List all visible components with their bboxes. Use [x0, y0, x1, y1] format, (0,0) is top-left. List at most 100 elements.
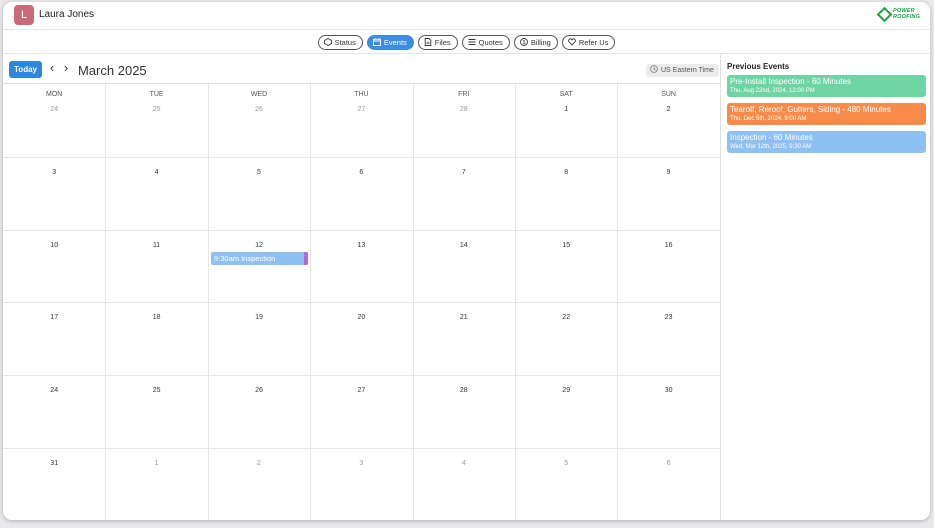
day-cell-number[interactable]: 27	[310, 387, 412, 394]
day-cell-number[interactable]: 27	[310, 106, 412, 113]
header-bar: L Laura Jones POWER ROOFING	[3, 2, 930, 30]
day-cell-number[interactable]: 26	[208, 106, 310, 113]
day-cell-number[interactable]: 3	[310, 460, 412, 467]
tab-refer-us-label: Refer Us	[578, 38, 609, 47]
logo-text-line2: ROOFING	[893, 14, 921, 20]
day-cell-number[interactable]: 17	[3, 314, 105, 321]
day-cell-number[interactable]: 9	[617, 169, 719, 176]
day-cell-number[interactable]: 25	[105, 106, 207, 113]
previous-event-date: Thu, Dec 5th, 2024, 9:00 AM	[730, 116, 807, 122]
day-cell-number[interactable]: 3	[3, 169, 105, 176]
tab-bar: Status Events Files Quotes $ Billing Refe…	[3, 31, 930, 54]
day-cell-number[interactable]: 18	[105, 314, 207, 321]
previous-event-date: Thu, Aug 22nd, 2024, 12:00 PM	[730, 88, 815, 94]
previous-events-panel: Previous Events Pre-Install Inspection -…	[720, 55, 930, 520]
previous-event-title: Pre-Install Inspection - 60 Minutes	[730, 77, 851, 86]
tab-billing-label: Billing	[530, 38, 551, 47]
weekday-label: MON	[46, 91, 63, 98]
tab-billing[interactable]: $ Billing	[513, 35, 558, 50]
row-divider	[3, 302, 720, 304]
day-cell-number[interactable]: 5	[208, 169, 310, 176]
day-cell-number[interactable]: 12	[208, 242, 310, 249]
timezone-label: US Eastern Time	[661, 67, 714, 74]
calendar-event-chip[interactable]: 9:30am Inspection	[211, 252, 308, 265]
day-cell-number[interactable]: 24	[3, 106, 105, 113]
day-cell-number[interactable]: 29	[515, 387, 617, 394]
weekday-label: WED	[250, 91, 268, 98]
day-cell-number[interactable]: 5	[515, 460, 617, 467]
day-cell-number[interactable]: 23	[617, 314, 719, 321]
file-icon	[424, 38, 432, 46]
day-cell-number[interactable]: 4	[413, 460, 515, 467]
logo-diamond-icon	[876, 6, 893, 23]
weekday-label: TUE	[149, 91, 164, 98]
avatar[interactable]: L	[14, 5, 34, 25]
customer-name: Laura Jones	[39, 9, 95, 20]
day-cell-number[interactable]: 8	[515, 169, 617, 176]
previous-event-card[interactable]: Tearoff, Reroof, Gutters, Siding - 480 M…	[727, 103, 926, 125]
previous-event-title: Tearoff, Reroof, Gutters, Siding - 480 M…	[730, 105, 891, 114]
day-cell-number[interactable]: 15	[515, 242, 617, 249]
tab-quotes-label: Quotes	[478, 38, 503, 47]
day-cell-number[interactable]: 10	[3, 242, 105, 249]
day-cell-number[interactable]: 6	[310, 169, 412, 176]
day-cell-number[interactable]: 14	[413, 242, 515, 249]
svg-text:$: $	[522, 40, 525, 46]
day-cell-number[interactable]: 25	[105, 387, 207, 394]
previous-event-card[interactable]: Pre-Install Inspection - 60 Minutes Thu,…	[727, 75, 926, 97]
day-cell-number[interactable]: 24	[3, 387, 105, 394]
day-cell-number[interactable]: 28	[413, 106, 515, 113]
next-month-icon[interactable]: ›	[61, 61, 71, 75]
app-window: L Laura Jones POWER ROOFING Status Event…	[3, 2, 930, 520]
heart-icon	[567, 38, 576, 46]
day-cell-number[interactable]: 28	[413, 387, 515, 394]
clock-icon	[650, 65, 658, 73]
row-divider	[3, 156, 720, 158]
day-cell-number[interactable]: 20	[310, 314, 412, 321]
list-icon	[468, 39, 476, 45]
day-cell-number[interactable]: 4	[105, 169, 207, 176]
day-cell-number[interactable]: 11	[105, 242, 207, 249]
tab-files-label: Files	[434, 38, 451, 47]
brand-logo: POWER ROOFING	[876, 6, 921, 23]
tab-events[interactable]: Events	[366, 35, 414, 50]
previous-event-title: Inspection - 60 Minutes	[730, 133, 813, 142]
tab-status[interactable]: Status	[317, 35, 363, 50]
calendar-toolbar: Today ‹ › March 2025 US Eastern Time	[3, 55, 720, 83]
weekday-label: SAT	[559, 91, 573, 98]
previous-events-title: Previous Events	[727, 62, 790, 71]
previous-event-date: Wed, Mar 12th, 2025, 9:30 AM	[730, 144, 812, 150]
day-cell-number[interactable]: 30	[617, 387, 719, 394]
day-cell-number[interactable]: 1	[105, 460, 207, 467]
tab-status-label: Status	[334, 38, 356, 47]
day-cell-number[interactable]: 2	[208, 460, 310, 467]
row-divider	[3, 229, 720, 231]
month-title: March 2025	[78, 63, 147, 78]
day-cell-number[interactable]: 31	[3, 460, 105, 467]
tab-files[interactable]: Files	[417, 35, 458, 50]
calendar-icon	[372, 38, 381, 46]
tab-quotes[interactable]: Quotes	[461, 35, 510, 50]
day-cell-number[interactable]: 2	[617, 106, 719, 113]
day-cell-number[interactable]: 7	[413, 169, 515, 176]
day-cell-number[interactable]: 16	[617, 242, 719, 249]
day-cell-number[interactable]: 26	[208, 387, 310, 394]
day-cell-number[interactable]: 21	[413, 314, 515, 321]
weekday-label: FRI	[458, 91, 470, 98]
weekday-label: THU	[354, 91, 369, 98]
day-cell-number[interactable]: 22	[515, 314, 617, 321]
tab-refer-us[interactable]: Refer Us	[561, 35, 616, 50]
day-cell-number[interactable]: 1	[515, 106, 617, 113]
day-cell-number[interactable]: 19	[208, 314, 310, 321]
dollar-icon: $	[519, 38, 528, 46]
timezone-button[interactable]: US Eastern Time	[646, 64, 719, 77]
day-cell-number[interactable]: 13	[310, 242, 412, 249]
tab-events-label: Events	[383, 38, 407, 47]
previous-event-card[interactable]: Inspection - 60 Minutes Wed, Mar 12th, 2…	[727, 131, 926, 153]
day-cell-number[interactable]: 6	[617, 460, 719, 467]
row-divider	[3, 448, 720, 449]
status-icon	[323, 38, 332, 46]
prev-month-icon[interactable]: ‹	[47, 61, 57, 75]
today-button[interactable]: Today	[9, 61, 42, 78]
row-divider	[3, 375, 720, 377]
